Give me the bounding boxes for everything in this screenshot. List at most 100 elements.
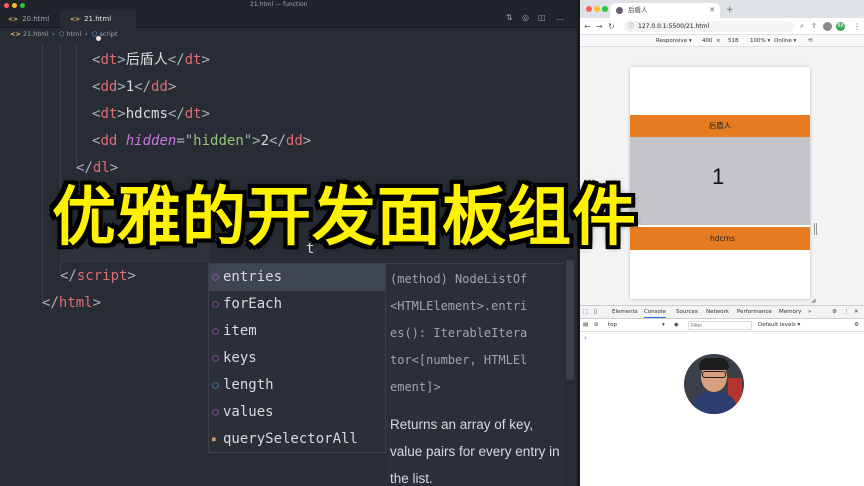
- more-tabs-icon[interactable]: »: [808, 306, 811, 319]
- doc-signature-line: ement]>: [390, 380, 441, 394]
- editor-scrollbar[interactable]: [566, 260, 574, 380]
- eye-icon[interactable]: ◉: [674, 319, 679, 332]
- viewport-height[interactable]: 518: [728, 35, 739, 47]
- zoom-select[interactable]: 100% ▾: [750, 35, 770, 47]
- code-line-html-close[interactable]: </html>: [42, 290, 101, 317]
- profile-badge[interactable]: 88: [836, 22, 845, 31]
- globe-icon: [616, 7, 623, 14]
- suggestion-keys[interactable]: ⬡ keys: [209, 345, 385, 372]
- suggestion-values[interactable]: ⬡ values: [209, 399, 385, 426]
- split-editor-icon[interactable]: ◫: [538, 13, 546, 22]
- tab-network[interactable]: Network: [706, 306, 729, 319]
- devtools-tab-bar: ⬚ ▯ Elements Console Sources Network Per…: [580, 306, 864, 319]
- doc-signature-line: (method) NodeListOf: [390, 272, 528, 286]
- device-toggle-icon[interactable]: ▯: [594, 306, 597, 319]
- back-icon[interactable]: ←: [584, 20, 591, 33]
- code-line-dt[interactable]: <dt>hdcms</dt>: [92, 101, 210, 128]
- minimize-window-button[interactable]: [12, 2, 17, 8]
- indent-guide: [42, 44, 43, 304]
- minimize-window-button[interactable]: [594, 6, 600, 12]
- tab-performance[interactable]: Performance: [737, 306, 772, 319]
- method-icon: ⬡: [212, 273, 219, 282]
- suggestion-item[interactable]: ⬡ item: [209, 318, 385, 345]
- suggestion-foreach[interactable]: ⬡ forEach: [209, 291, 385, 318]
- breadcrumb-separator-icon: ›: [52, 30, 55, 38]
- compare-icon[interactable]: ⇅: [506, 13, 513, 22]
- device-toolbar: Responsive ▾ 400 × 518 100% ▾ Online ▾ ⟲: [580, 35, 864, 47]
- search-icon[interactable]: ⌕: [800, 20, 804, 33]
- inspect-icon[interactable]: ⬚: [583, 306, 588, 319]
- close-window-button[interactable]: [586, 6, 592, 12]
- breadcrumb-item-html[interactable]: html: [66, 30, 81, 38]
- method-icon: ⬡: [212, 354, 219, 363]
- close-icon[interactable]: ✕: [709, 3, 715, 18]
- network-select[interactable]: Online ▾: [774, 35, 796, 47]
- maximize-window-button[interactable]: [20, 2, 25, 8]
- maximize-window-button[interactable]: [602, 6, 608, 12]
- tab-console[interactable]: Console: [644, 306, 666, 318]
- sidebar-toggle-icon[interactable]: ▤: [583, 319, 588, 332]
- viewport-resize-handle[interactable]: [814, 223, 817, 235]
- tab-20-html[interactable]: <> 20.html: [8, 10, 68, 28]
- tab-elements[interactable]: Elements: [612, 306, 638, 319]
- gear-icon[interactable]: ⚙: [854, 319, 859, 332]
- device-mode-select[interactable]: Responsive ▾: [656, 35, 692, 47]
- text-icon: ■: [212, 436, 216, 443]
- clear-console-icon[interactable]: ⊘: [594, 319, 599, 332]
- console-prompt[interactable]: ›: [584, 334, 587, 342]
- go-live-icon[interactable]: ◎: [522, 13, 529, 22]
- suggestion-entries[interactable]: ⬡ entries: [209, 264, 385, 291]
- presenter-glasses: [702, 371, 726, 378]
- tab-memory[interactable]: Memory: [779, 306, 801, 319]
- suggestion-length[interactable]: ⬡ length: [209, 372, 385, 399]
- console-toolbar: ▤ ⊘ top ▾ ◉ Default levels ▾ ⚙: [580, 319, 864, 332]
- code-line-dt[interactable]: <dt>后盾人</dt>: [92, 47, 210, 74]
- code-line-script-close[interactable]: </script>: [60, 263, 136, 290]
- autocomplete-list[interactable]: ⬡ entries ⬡ forEach ⬡ item ⬡ keys ⬡ length ⬡ v…: [208, 263, 386, 453]
- context-select[interactable]: top: [608, 319, 617, 332]
- indent-guide: [76, 44, 77, 164]
- reload-icon[interactable]: ↻: [608, 20, 615, 33]
- menu-icon[interactable]: ⋮: [853, 20, 861, 33]
- gear-icon[interactable]: ⚙: [832, 306, 837, 319]
- suggestion-queryselectorall[interactable]: ■ querySelectorAll: [209, 426, 385, 453]
- breadcrumb-item-script[interactable]: script: [99, 30, 117, 38]
- doc-signature-line: <HTMLElement>.entri: [390, 299, 528, 313]
- overlay-title: 优雅的开发面板组件: [52, 181, 637, 255]
- share-icon[interactable]: ⇪: [811, 20, 817, 33]
- html-file-icon: <>: [8, 16, 19, 23]
- html-file-icon: <>: [70, 16, 81, 23]
- doc-signature-line: es(): IterableItera: [390, 326, 528, 340]
- viewport-width[interactable]: 400: [702, 35, 713, 47]
- log-levels-select[interactable]: Default levels ▾: [758, 319, 800, 332]
- breadcrumb-item-file[interactable]: 21.html: [23, 30, 48, 38]
- breadcrumb-separator-icon: ›: [85, 30, 88, 38]
- browser-tab[interactable]: 后盾人 ✕: [610, 3, 720, 18]
- new-tab-icon[interactable]: +: [726, 3, 734, 18]
- method-icon: ⬡: [212, 300, 219, 309]
- corner-resize-icon[interactable]: ◢: [811, 297, 816, 304]
- tab-21-html[interactable]: <> 21.html: [60, 10, 136, 41]
- doc-signature-line: tor<[number, HTMLEl: [390, 353, 528, 367]
- close-window-button[interactable]: [4, 2, 9, 8]
- autocomplete-doc-panel: (method) NodeListOf <HTMLElement>.entri …: [386, 263, 564, 486]
- presenter-hair: [699, 358, 729, 370]
- more-actions-icon[interactable]: …: [556, 13, 564, 22]
- dimension-times-icon: ×: [716, 38, 721, 44]
- console-filter-input[interactable]: [688, 321, 752, 330]
- code-line-dd[interactable]: <dd>1</dd>: [92, 74, 176, 101]
- chevron-down-icon: ▾: [662, 322, 665, 328]
- editor-tab-bar: <> 20.html <> 21.html ⇅ ◎ ◫ …: [0, 10, 577, 41]
- tab-sources[interactable]: Sources: [676, 306, 698, 319]
- rotate-icon[interactable]: ⟲: [808, 35, 813, 47]
- doc-description-line: Returns an array of key,: [390, 417, 534, 432]
- doc-description-line: the list.: [390, 471, 433, 486]
- close-icon[interactable]: ✕: [854, 306, 859, 319]
- code-line-dd-hidden[interactable]: <dd hidden="hidden">2</dd>: [92, 128, 311, 155]
- extension-icon[interactable]: [823, 22, 832, 31]
- property-icon: ⬡: [212, 381, 219, 390]
- url-text: 127.0.0.1:5500/21.html: [638, 23, 710, 30]
- more-options-icon[interactable]: ⋮: [844, 306, 850, 319]
- forward-icon[interactable]: →: [596, 20, 603, 33]
- address-bar[interactable]: ⓘ 127.0.0.1:5500/21.html: [624, 21, 794, 32]
